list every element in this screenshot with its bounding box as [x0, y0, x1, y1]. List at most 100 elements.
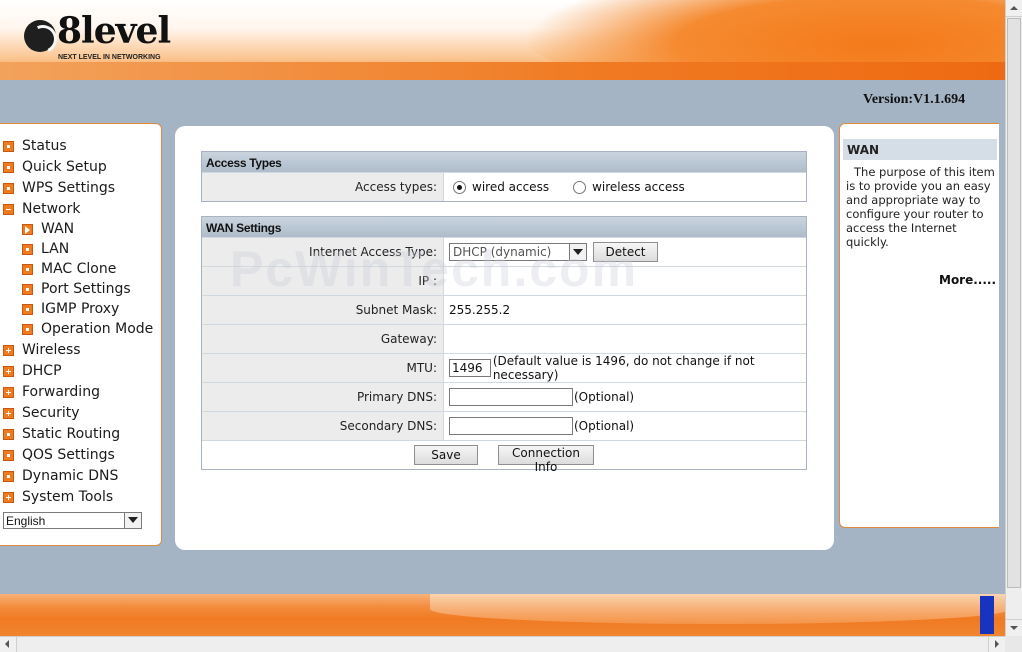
mtu-input[interactable]: 1496	[449, 359, 491, 377]
footer-swoosh	[430, 594, 1005, 624]
scroll-down-icon[interactable]	[1006, 619, 1022, 636]
footer-marker	[980, 596, 994, 634]
ip-row: IP :	[202, 266, 806, 295]
sidebar-item-wan[interactable]: WAN	[22, 219, 74, 239]
sidebar-item-system-tools[interactable]: System Tools	[3, 487, 113, 507]
action-buttons-row: Save Connection Info	[202, 440, 806, 474]
sidebar-item-label: WPS Settings	[22, 180, 116, 196]
bullet-icon	[3, 470, 14, 482]
mtu-note: (Default value is 1496, do not change if…	[492, 354, 755, 382]
expand-icon	[3, 344, 14, 356]
wan-settings-section: WAN Settings Internet Access Type: DHCP …	[201, 216, 807, 474]
sidebar-item-label: Dynamic DNS	[22, 468, 119, 484]
bullet-icon	[22, 243, 33, 255]
sidebar-item-wps-settings[interactable]: WPS Settings	[3, 178, 115, 198]
expand-icon	[3, 491, 14, 503]
language-select[interactable]: English	[3, 512, 142, 529]
scroll-left-icon[interactable]	[0, 637, 17, 652]
subnet-mask-label: Subnet Mask:	[202, 296, 444, 324]
vertical-scrollbar[interactable]	[1005, 0, 1022, 636]
primary-dns-label: Primary DNS:	[202, 383, 444, 411]
sidebar-item-label: Network	[22, 201, 81, 217]
bullet-icon	[3, 428, 14, 440]
sidebar-item-mac-clone[interactable]: MAC Clone	[22, 259, 116, 279]
bullet-icon	[3, 182, 14, 194]
chevron-down-icon[interactable]	[124, 513, 141, 528]
sidebar-item-label: Quick Setup	[22, 159, 107, 175]
sidebar-item-label: Security	[22, 405, 80, 421]
sidebar-item-label: Forwarding	[22, 384, 100, 400]
internet-access-type-select[interactable]: DHCP (dynamic)	[449, 243, 587, 261]
scroll-right-icon[interactable]	[988, 637, 1005, 652]
scrollbar-corner	[1005, 636, 1022, 652]
sidebar-item-status[interactable]: Status	[3, 136, 67, 156]
sidebar-item-label: Operation Mode	[41, 321, 154, 337]
bullet-icon	[22, 303, 33, 315]
primary-dns-input[interactable]	[449, 388, 573, 406]
arrow-icon	[22, 223, 33, 235]
sidebar-item-label: QOS Settings	[22, 447, 115, 463]
vertical-scroll-thumb[interactable]	[1007, 18, 1021, 588]
access-types-row: Access types: wired access wireless acce…	[202, 172, 806, 201]
sidebar-item-dynamic-dns[interactable]: Dynamic DNS	[3, 466, 118, 486]
access-types-title: Access Types	[202, 152, 806, 172]
help-title: WAN	[843, 139, 997, 160]
sidebar-item-label: Port Settings	[41, 281, 131, 297]
sidebar-item-label: System Tools	[22, 489, 114, 505]
secondary-dns-note: (Optional)	[574, 419, 635, 433]
header-banner: 8level NEXT LEVEL IN NETWORKING	[0, 0, 1005, 80]
footer-banner	[0, 594, 1005, 636]
bullet-icon	[3, 161, 14, 173]
primary-dns-note: (Optional)	[574, 390, 635, 404]
sidebar-item-label: WAN	[41, 221, 75, 237]
access-types-section: Access Types Access types: wired access …	[201, 151, 807, 202]
ip-label: IP :	[202, 267, 444, 295]
horizontal-scrollbar[interactable]	[0, 636, 1005, 652]
sidebar-item-qos-settings[interactable]: QOS Settings	[3, 445, 115, 465]
help-text: The purpose of this item is to provide y…	[846, 165, 995, 249]
expand-icon	[3, 365, 14, 377]
wireless-access-label[interactable]: wireless access	[592, 180, 685, 194]
wired-access-label[interactable]: wired access	[472, 180, 549, 194]
bullet-icon	[22, 283, 33, 295]
logo-tagline: NEXT LEVEL IN NETWORKING	[58, 54, 161, 61]
sidebar-item-port-settings[interactable]: Port Settings	[22, 279, 131, 299]
expand-icon	[3, 386, 14, 398]
expand-icon	[3, 407, 14, 419]
wired-access-radio[interactable]	[453, 180, 466, 194]
sidebar-item-operation-mode[interactable]: Operation Mode	[22, 319, 153, 339]
subnet-mask-value: 255.255.2	[449, 303, 511, 317]
sidebar: Status Quick Setup WPS Settings Network WAN L…	[0, 123, 162, 546]
sidebar-item-static-routing[interactable]: Static Routing	[3, 424, 120, 444]
detect-button[interactable]: Detect	[593, 242, 658, 262]
logo-ball-icon	[24, 20, 56, 52]
chevron-down-icon[interactable]	[569, 244, 586, 260]
sidebar-item-forwarding[interactable]: Forwarding	[3, 382, 100, 402]
sidebar-item-security[interactable]: Security	[3, 403, 80, 423]
firmware-version: Version:V1.1.694	[863, 92, 966, 107]
sidebar-item-quick-setup[interactable]: Quick Setup	[3, 157, 107, 177]
gateway-label: Gateway:	[202, 325, 444, 353]
sidebar-item-wireless[interactable]: Wireless	[3, 340, 81, 360]
sidebar-item-label: DHCP	[22, 363, 62, 379]
save-button[interactable]: Save	[414, 445, 478, 465]
brand-logo: 8level NEXT LEVEL IN NETWORKING	[24, 10, 184, 66]
language-value: English	[6, 514, 46, 528]
wireless-access-radio[interactable]	[573, 180, 587, 194]
secondary-dns-label: Secondary DNS:	[202, 412, 444, 440]
access-types-label: Access types:	[202, 173, 444, 201]
sidebar-item-lan[interactable]: LAN	[22, 239, 69, 259]
sidebar-item-network[interactable]: Network	[3, 199, 80, 219]
bullet-icon	[3, 140, 14, 152]
sidebar-item-label: Static Routing	[22, 426, 121, 442]
wan-settings-title: WAN Settings	[202, 217, 806, 237]
access-types-options: wired access wireless access	[444, 173, 806, 201]
sidebar-item-igmp-proxy[interactable]: IGMP Proxy	[22, 299, 119, 319]
sidebar-item-dhcp[interactable]: DHCP	[3, 361, 62, 381]
connection-info-button[interactable]: Connection Info	[498, 445, 594, 474]
secondary-dns-input[interactable]	[449, 417, 573, 435]
mtu-label: MTU:	[202, 354, 444, 382]
scroll-up-icon[interactable]	[1006, 0, 1022, 17]
help-more-link[interactable]: More.....	[939, 273, 996, 287]
mtu-row: MTU: 1496 (Default value is 1496, do not…	[202, 353, 806, 382]
